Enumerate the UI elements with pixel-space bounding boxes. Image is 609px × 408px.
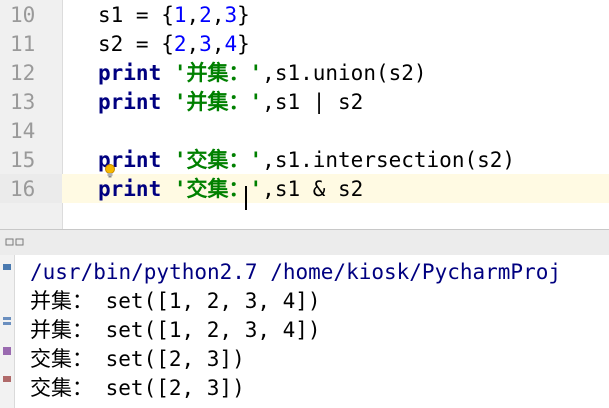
- line-number: 14: [10, 119, 36, 143]
- line-number: 16: [10, 177, 36, 201]
- code-text: s2 = {2,3,4}: [98, 32, 250, 56]
- line-number: 10: [10, 3, 36, 27]
- code-token: ,s1.intersection(s2): [262, 148, 516, 172]
- stop-icon[interactable]: [1, 315, 13, 327]
- code-line[interactable]: 14: [0, 116, 609, 145]
- code-editor[interactable]: 10 s1 = {1,2,3} 11 s2 = {2,3,4} 12 print '并集：…: [0, 0, 609, 229]
- code-token: }: [237, 3, 250, 27]
- code-token: '交集：': [173, 177, 263, 201]
- panel-divider[interactable]: [0, 229, 609, 256]
- code-token: 2: [199, 3, 212, 27]
- ide-window: 10 s1 = {1,2,3} 11 s2 = {2,3,4} 12 print '并集：…: [0, 0, 609, 408]
- rerun-icon[interactable]: [1, 261, 13, 273]
- code-token: s1 = {: [98, 3, 174, 27]
- line-number-cell: 11: [0, 29, 62, 58]
- code-token: 2: [173, 32, 187, 56]
- code-text: print '交集：',s1 & s2: [98, 177, 363, 201]
- code-token: }: [237, 32, 250, 56]
- code-text: print '交集：',s1.intersection(s2): [98, 148, 515, 172]
- intention-bulb-icon[interactable]: [104, 164, 116, 178]
- code-token: 3: [199, 32, 212, 56]
- code-line[interactable]: 12 print '并集：',s1.union(s2): [0, 58, 609, 87]
- settings-icon[interactable]: [1, 345, 13, 357]
- line-number: 12: [10, 61, 36, 85]
- restore-icon[interactable]: [15, 237, 25, 247]
- line-number-cell: 14: [0, 116, 62, 145]
- code-token: '并集：': [173, 90, 263, 114]
- line-number-cell: 13: [0, 87, 62, 116]
- line-number-cell: 16: [0, 174, 62, 203]
- line-number-cell: 15: [0, 145, 62, 174]
- code-token: ,s1 | s2: [262, 90, 364, 114]
- code-token: ,: [211, 3, 225, 27]
- minimize-icon[interactable]: [5, 237, 15, 247]
- line-number: 11: [10, 32, 36, 56]
- code-text: s1 = {1,2,3}: [98, 3, 250, 27]
- console-output-line: 并集： set([1, 2, 3, 4]): [30, 318, 321, 342]
- line-number-cell: 12: [0, 58, 62, 87]
- line-number-cell: 10: [0, 0, 62, 29]
- code-line[interactable]: 10 s1 = {1,2,3}: [0, 0, 609, 29]
- code-line[interactable]: 11 s2 = {2,3,4}: [0, 29, 609, 58]
- code-text: print '并集：',s1.union(s2): [98, 61, 427, 85]
- code-token: ,s1 & s2: [262, 177, 364, 201]
- pin-icon[interactable]: [1, 373, 13, 385]
- code-line-current[interactable]: 16 print '交集：',s1 & s2: [0, 174, 609, 203]
- console-output-line: 交集： set([2, 3]): [30, 347, 245, 371]
- console-output-line: 交集： set([2, 3]): [30, 376, 245, 400]
- code-token: ,: [186, 3, 200, 27]
- code-token: 1: [173, 3, 187, 27]
- console-toolbar: [0, 255, 15, 408]
- code-token: 4: [224, 32, 238, 56]
- text-caret: [245, 186, 247, 210]
- line-number: 15: [10, 148, 36, 172]
- code-token: '并集：': [173, 61, 263, 85]
- code-line[interactable]: 15 print '交集：',s1.intersection(s2): [0, 145, 609, 174]
- line-number: 13: [10, 90, 36, 114]
- code-token: 3: [224, 3, 238, 27]
- code-token: s2 = {: [98, 32, 174, 56]
- code-token: print: [98, 61, 162, 85]
- code-token: ,: [211, 32, 225, 56]
- code-token: '交集：': [173, 148, 263, 172]
- code-token: ,: [186, 32, 200, 56]
- code-token: ,s1.union(s2): [262, 61, 427, 85]
- run-console[interactable]: /usr/bin/python2.7 /home/kiosk/PycharmPr…: [0, 255, 609, 408]
- code-text: print '并集：',s1 | s2: [98, 90, 363, 114]
- code-token: print: [98, 90, 162, 114]
- console-command-line: /usr/bin/python2.7 /home/kiosk/PycharmPr…: [30, 260, 562, 284]
- code-token: print: [98, 177, 162, 201]
- code-line[interactable]: 13 print '并集：',s1 | s2: [0, 87, 609, 116]
- console-output-line: 并集： set([1, 2, 3, 4]): [30, 289, 321, 313]
